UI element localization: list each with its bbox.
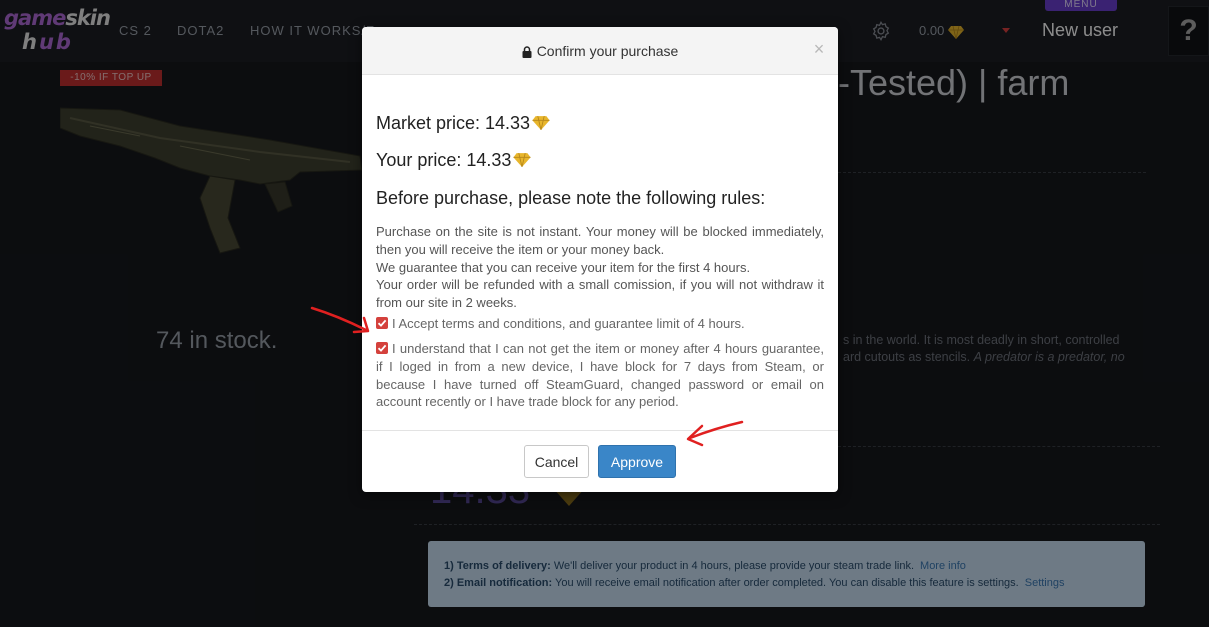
rule-text: Your order will be refunded with a small… bbox=[376, 277, 824, 311]
lock-icon bbox=[522, 46, 532, 58]
diamond-icon bbox=[532, 115, 550, 130]
cancel-button[interactable]: Cancel bbox=[524, 445, 589, 478]
accept-terms-label[interactable]: I Accept terms and conditions, and guara… bbox=[392, 316, 745, 331]
guarantee-label[interactable]: I understand that I can not get the item… bbox=[376, 341, 824, 409]
market-price: Market price: 14.33 bbox=[376, 113, 550, 134]
rules-list: Purchase on the site is not instant. You… bbox=[376, 223, 824, 312]
confirm-purchase-modal: Confirm your purchase × Market price: 14… bbox=[362, 27, 838, 492]
guarantee-checkbox[interactable] bbox=[376, 342, 388, 354]
modal-title: Confirm your purchase bbox=[362, 43, 838, 59]
modal-header: Confirm your purchase × bbox=[362, 27, 838, 75]
approve-button[interactable]: Approve bbox=[598, 445, 676, 478]
checkmark-icon bbox=[377, 319, 387, 327]
guarantee-row: I understand that I can not get the item… bbox=[376, 340, 824, 411]
rule-text: Purchase on the site is not instant. You… bbox=[376, 224, 824, 257]
accept-terms-row: I Accept terms and conditions, and guara… bbox=[376, 315, 824, 333]
rules-heading: Before purchase, please note the followi… bbox=[376, 188, 766, 208]
accept-terms-checkbox[interactable] bbox=[376, 317, 388, 329]
checkmark-icon bbox=[377, 344, 387, 352]
diamond-icon bbox=[513, 152, 532, 167]
annotation-arrow bbox=[310, 306, 370, 334]
your-price: Your price: 14.33 bbox=[376, 150, 532, 171]
close-icon[interactable]: × bbox=[812, 40, 826, 58]
modal-footer: Cancel Approve bbox=[362, 430, 838, 492]
annotation-arrow bbox=[686, 420, 744, 447]
rule-text: We guarantee that you can receive your i… bbox=[376, 259, 751, 275]
